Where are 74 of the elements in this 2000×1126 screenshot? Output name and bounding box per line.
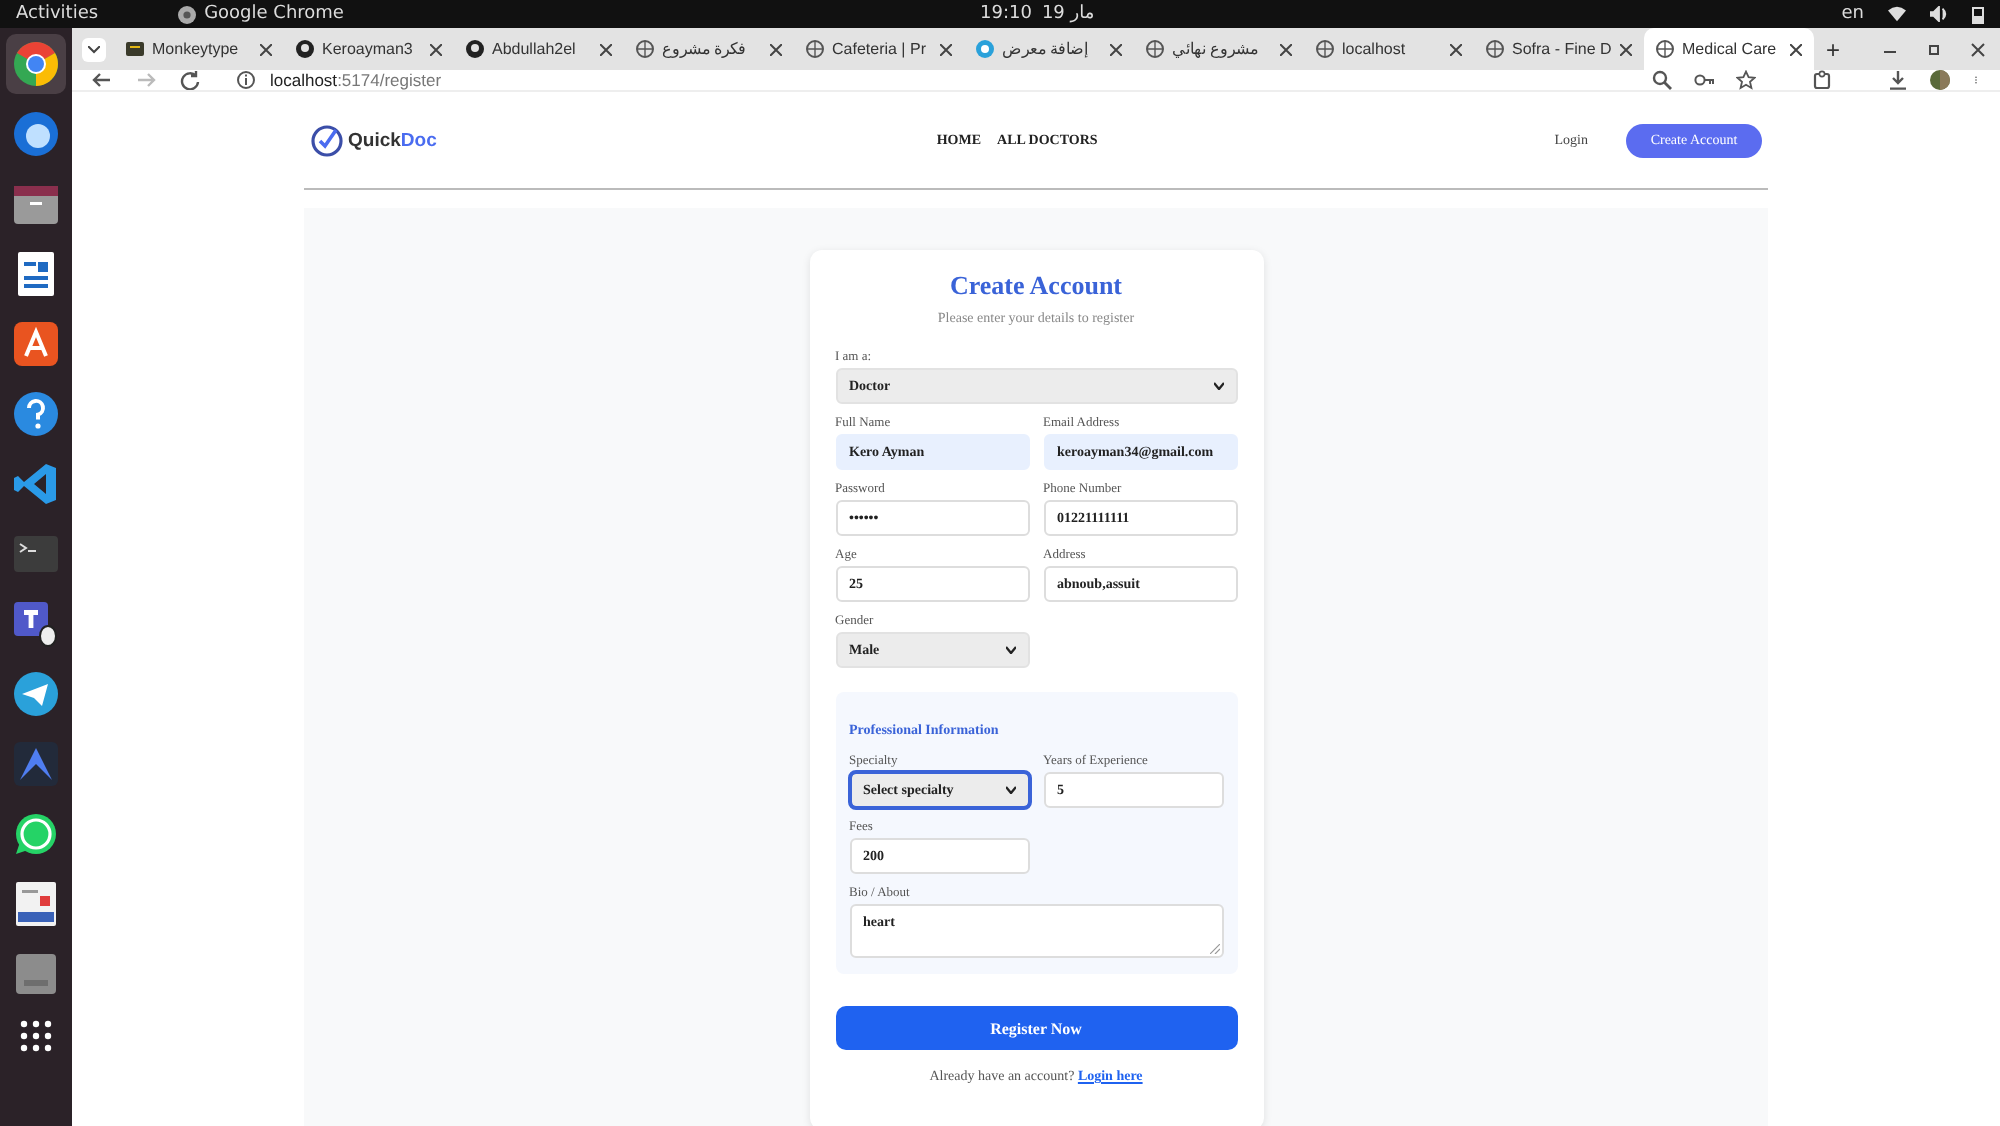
globe-icon xyxy=(1316,40,1334,58)
browser-tab[interactable]: Medical Care xyxy=(1644,28,1814,70)
browser-tab[interactable]: localhost xyxy=(1304,28,1474,70)
close-icon[interactable] xyxy=(600,43,612,55)
key-icon[interactable] xyxy=(1694,70,1714,90)
code-editor-icon[interactable] xyxy=(12,460,60,508)
logo-text[interactable]: QuickDoc xyxy=(348,129,437,151)
circle-icon xyxy=(976,40,994,58)
chat-phone-icon[interactable] xyxy=(12,810,60,858)
browser-tab[interactable]: مشروع نهائي xyxy=(1134,28,1304,70)
terminal-icon[interactable] xyxy=(12,530,60,578)
globe-icon xyxy=(806,40,824,58)
clock-date[interactable]: 19 مار xyxy=(1041,4,1095,24)
browser-tab[interactable]: Keroayman3 xyxy=(284,28,454,70)
close-icon[interactable] xyxy=(1450,43,1462,55)
address-bar[interactable]: localhost:5174/register xyxy=(270,70,442,90)
globe-icon xyxy=(636,40,654,58)
wifi-icon[interactable] xyxy=(1888,6,1906,22)
apps-grid-icon[interactable] xyxy=(20,1020,52,1052)
folder-icon[interactable] xyxy=(12,180,60,228)
caret-icon xyxy=(1213,382,1223,390)
back-icon[interactable] xyxy=(92,70,112,90)
dark-square-icon xyxy=(126,40,144,58)
close-icon[interactable] xyxy=(430,43,442,55)
help-icon[interactable] xyxy=(12,390,60,438)
browser-tab[interactable]: Monkeytype xyxy=(114,28,284,70)
close-icon[interactable] xyxy=(770,43,782,55)
globe-icon xyxy=(1146,40,1164,58)
form-title: Create Account xyxy=(949,270,1123,302)
document-icon[interactable] xyxy=(12,250,60,298)
browser-tab[interactable]: Cafeteria | Pr xyxy=(794,28,964,70)
language-indicator[interactable]: en xyxy=(1841,4,1864,24)
team-app-icon[interactable] xyxy=(12,600,60,648)
close-icon[interactable] xyxy=(1790,43,1802,55)
star-icon[interactable] xyxy=(1736,70,1756,90)
reload-icon[interactable] xyxy=(180,70,200,90)
caret-icon xyxy=(1005,786,1015,794)
store-icon[interactable] xyxy=(12,320,60,368)
close-icon[interactable] xyxy=(1968,39,1988,59)
clock-check-icon xyxy=(310,123,344,157)
register-button[interactable]: Register Now xyxy=(835,1006,1237,1050)
avatar-icon[interactable] xyxy=(1930,70,1950,90)
github-icon xyxy=(466,40,484,58)
close-icon[interactable] xyxy=(260,43,272,55)
globe-icon xyxy=(1486,40,1504,58)
clock-time[interactable]: 19:10 xyxy=(980,4,1032,24)
close-icon[interactable] xyxy=(1110,43,1122,55)
download-icon[interactable] xyxy=(1888,70,1908,90)
browser-tab[interactable]: فكرة مشروع xyxy=(624,28,794,70)
close-icon[interactable] xyxy=(940,43,952,55)
activities-button[interactable]: Activities xyxy=(16,4,99,24)
zoom-icon[interactable] xyxy=(1652,70,1672,90)
close-icon[interactable] xyxy=(1280,43,1292,55)
app-name: Google Chrome xyxy=(204,4,344,24)
browser-tab[interactable]: إضافة معرض xyxy=(964,28,1134,70)
github-icon xyxy=(296,40,314,58)
globe-icon xyxy=(1656,40,1674,58)
mail-icon[interactable] xyxy=(12,110,60,158)
drive-icon[interactable] xyxy=(12,950,60,998)
close-icon[interactable] xyxy=(1620,43,1632,55)
browser-tab[interactable]: Sofra - Fine D xyxy=(1474,28,1644,70)
caret-icon xyxy=(1005,646,1015,654)
chevron-icon xyxy=(88,45,100,53)
browser-tab[interactable]: Abdullah2el xyxy=(454,28,624,70)
battery-icon[interactable] xyxy=(1972,5,1984,23)
tab-list-button[interactable] xyxy=(82,37,106,61)
scanner-icon[interactable] xyxy=(12,880,60,928)
resize-grip-icon[interactable] xyxy=(1209,944,1219,954)
maximize-icon[interactable] xyxy=(1924,39,1944,59)
paper-plane-icon[interactable] xyxy=(12,670,60,718)
volume-icon[interactable] xyxy=(1930,6,1948,22)
new-tab-button[interactable]: + xyxy=(1826,35,1841,63)
info-icon[interactable] xyxy=(236,70,256,90)
triangle-logo-icon[interactable] xyxy=(12,740,60,788)
